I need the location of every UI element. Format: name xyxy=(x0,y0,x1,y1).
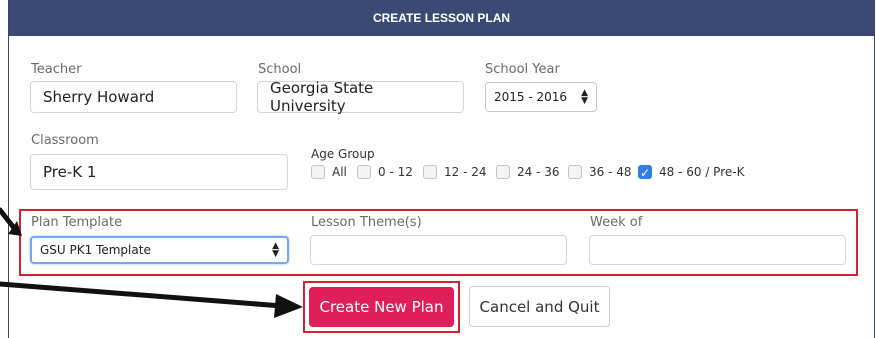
age-12-24-label: 12 - 24 xyxy=(444,165,487,179)
school-value: Georgia State University xyxy=(270,79,374,115)
teacher-value: Sherry Howard xyxy=(43,88,155,106)
school-label: School xyxy=(258,62,302,77)
lesson-themes-field[interactable] xyxy=(310,235,567,265)
create-button-label: Create New Plan xyxy=(319,298,444,316)
age-all-checkbox[interactable] xyxy=(311,165,325,179)
plan-template-value: GSU PK1 Template xyxy=(40,243,151,257)
create-new-plan-button[interactable]: Create New Plan xyxy=(309,287,454,327)
age-0-12-label: 0 - 12 xyxy=(378,165,413,179)
cancel-button-label: Cancel and Quit xyxy=(479,297,600,316)
age-48-60-checkbox[interactable]: ✓ xyxy=(638,165,652,180)
school-year-label: School Year xyxy=(485,62,560,77)
week-of-label: Week of xyxy=(590,215,643,230)
week-of-field[interactable] xyxy=(589,235,846,265)
school-field[interactable]: Georgia State University xyxy=(257,79,464,115)
age-group-label: Age Group xyxy=(311,147,375,161)
school-year-value: 2015 - 2016 xyxy=(494,90,568,104)
plan-template-select[interactable]: GSU PK1 Template ▲ ▼ xyxy=(30,236,289,264)
select-arrows-icon: ▲ ▼ xyxy=(581,88,588,106)
panel-title: CREATE LESSON PLAN xyxy=(372,11,511,25)
teacher-label: Teacher xyxy=(31,62,82,77)
cancel-and-quit-button[interactable]: Cancel and Quit xyxy=(469,286,610,327)
select-arrows-icon: ▲ ▼ xyxy=(272,241,279,259)
age-12-24-checkbox[interactable] xyxy=(423,165,437,179)
age-24-36-checkbox[interactable] xyxy=(496,165,510,179)
age-0-12-checkbox[interactable] xyxy=(357,165,371,179)
age-24-36-label: 24 - 36 xyxy=(517,165,560,179)
classroom-label: Classroom xyxy=(31,133,99,148)
checkmark-icon: ✓ xyxy=(639,166,651,180)
school-year-select[interactable]: 2015 - 2016 ▲ ▼ xyxy=(485,82,597,112)
classroom-value: Pre-K 1 xyxy=(43,163,97,181)
age-all-label: All xyxy=(332,165,347,179)
age-36-48-label: 36 - 48 xyxy=(589,165,632,179)
lesson-themes-label: Lesson Theme(s) xyxy=(311,215,422,230)
panel-header: CREATE LESSON PLAN xyxy=(9,0,874,36)
plan-template-label: Plan Template xyxy=(31,215,123,230)
age-48-60-label: 48 - 60 / Pre-K xyxy=(659,165,745,179)
age-36-48-checkbox[interactable] xyxy=(568,165,582,179)
classroom-field[interactable]: Pre-K 1 xyxy=(30,154,288,190)
teacher-field[interactable]: Sherry Howard xyxy=(30,81,237,113)
